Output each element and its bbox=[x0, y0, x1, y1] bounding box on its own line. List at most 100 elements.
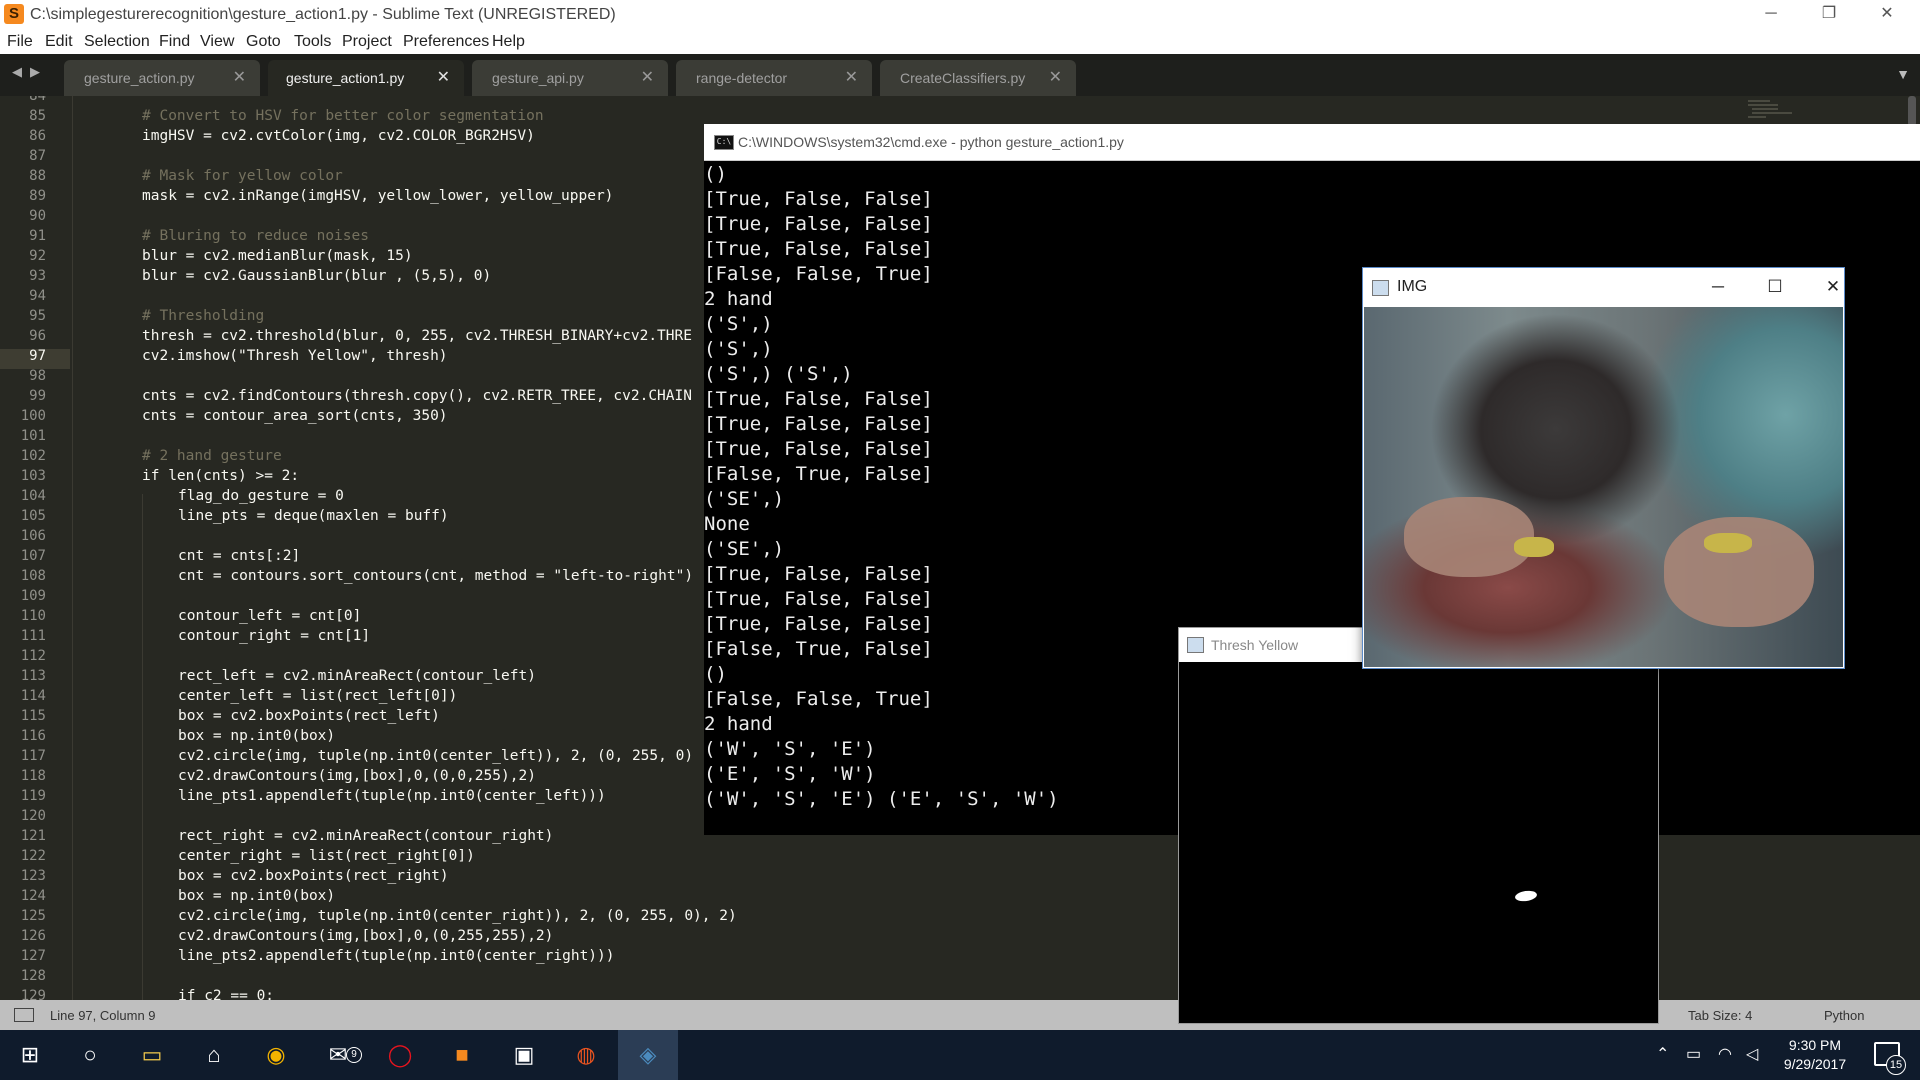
code-line: cv2.drawContours(img,[box],0,(0,0,255),2… bbox=[178, 768, 536, 784]
code-line: blur = cv2.GaussianBlur(blur , (5,5), 0) bbox=[142, 268, 492, 284]
console-line: ('W', 'S', 'E') bbox=[704, 738, 876, 760]
line-number-gutter: 84 85 86 87 88 89 90 91 92 93 94 95 96 97 98 99 100 101 10… bbox=[0, 96, 70, 1000]
line-number: 90 bbox=[29, 208, 46, 224]
tab-label: range-detector bbox=[696, 70, 788, 86]
ubuntu-icon[interactable]: ◍ bbox=[556, 1030, 616, 1080]
wifi-icon[interactable]: ◠ bbox=[1718, 1044, 1732, 1064]
tab-close-icon[interactable]: ✕ bbox=[845, 67, 858, 87]
code-line: thresh = cv2.threshold(blur, 0, 255, cv2… bbox=[142, 328, 692, 344]
indent-guide bbox=[72, 96, 73, 1000]
restore-button[interactable]: ❐ bbox=[1800, 0, 1858, 30]
cmd-icon: C:\ bbox=[714, 135, 734, 150]
python-icon[interactable]: ◈ bbox=[618, 1030, 678, 1080]
sublime-icon[interactable]: ■ bbox=[432, 1030, 492, 1080]
tab-create-classifiers[interactable]: CreateClassifiers.py ✕ bbox=[880, 60, 1076, 96]
code-line: cv2.drawContours(img,[box],0,(0,255,255)… bbox=[178, 928, 554, 944]
menu-selection[interactable]: Selection bbox=[84, 33, 150, 51]
tab-dropdown-icon[interactable]: ▼ bbox=[1896, 66, 1910, 82]
line-number: 116 bbox=[20, 728, 46, 744]
menu-project[interactable]: Project bbox=[342, 33, 392, 51]
menu-view[interactable]: View bbox=[200, 33, 234, 51]
console-line: [False, False, True] bbox=[704, 688, 933, 710]
close-button[interactable]: ✕ bbox=[1813, 272, 1853, 302]
console-line: [True, False, False] bbox=[704, 438, 933, 460]
menu-preferences[interactable]: Preferences bbox=[403, 33, 489, 51]
line-number: 121 bbox=[20, 828, 46, 844]
code-line: cv2.imshow("Thresh Yellow", thresh) bbox=[142, 348, 448, 364]
menu-tools[interactable]: Tools bbox=[294, 33, 331, 51]
code-line: box = cv2.boxPoints(rect_left) bbox=[178, 708, 440, 724]
tab-gesture-api[interactable]: gesture_api.py ✕ bbox=[472, 60, 668, 96]
notification-count: 15 bbox=[1886, 1055, 1906, 1075]
tab-next-icon[interactable]: ▶ bbox=[30, 64, 40, 80]
tab-prev-icon[interactable]: ◀ bbox=[12, 64, 22, 80]
console-line: [False, True, False] bbox=[704, 463, 933, 485]
minimize-button[interactable]: ─ bbox=[1742, 0, 1800, 30]
opera-icon[interactable]: ◯ bbox=[370, 1030, 430, 1080]
menu-file[interactable]: File bbox=[7, 33, 33, 51]
console-line: ('S',) ('S',) bbox=[704, 363, 853, 385]
console-line: [True, False, False] bbox=[704, 588, 933, 610]
img-title-bar[interactable]: IMG ─ ☐ ✕ bbox=[1363, 268, 1844, 306]
code-line: # Convert to HSV for better color segmen… bbox=[142, 108, 544, 124]
code-line: cnts = cv2.findContours(thresh.copy(), c… bbox=[142, 388, 692, 404]
start-icon[interactable]: ⊞ bbox=[0, 1030, 60, 1080]
tab-size[interactable]: Tab Size: 4 bbox=[1688, 1008, 1752, 1023]
menu-help[interactable]: Help bbox=[492, 33, 525, 51]
tab-label: gesture_action.py bbox=[84, 70, 195, 86]
tab-gesture-action1[interactable]: gesture_action1.py ✕ bbox=[268, 60, 464, 96]
line-number: 95 bbox=[29, 308, 46, 324]
file-explorer-icon[interactable]: ▭ bbox=[122, 1030, 182, 1080]
minimize-button[interactable]: ─ bbox=[1698, 272, 1738, 302]
syntax-mode[interactable]: Python bbox=[1824, 1008, 1864, 1023]
tab-close-icon[interactable]: ✕ bbox=[437, 67, 450, 87]
line-number: 89 bbox=[29, 188, 46, 204]
store-icon[interactable]: ⌂ bbox=[184, 1030, 244, 1080]
cortana-icon[interactable]: ○ bbox=[60, 1030, 120, 1080]
cmd-title: C:\WINDOWS\system32\cmd.exe - python ges… bbox=[738, 134, 1124, 150]
close-button[interactable]: ✕ bbox=[1858, 0, 1916, 30]
console-line: 2 hand bbox=[704, 713, 773, 735]
console-line: [True, False, False] bbox=[704, 613, 933, 635]
line-number: 87 bbox=[29, 148, 46, 164]
console-line: () bbox=[704, 163, 727, 185]
line-number: 103 bbox=[20, 468, 46, 484]
tab-range-detector[interactable]: range-detector ✕ bbox=[676, 60, 872, 96]
tab-close-icon[interactable]: ✕ bbox=[233, 67, 246, 87]
battery-icon[interactable]: ▭ bbox=[1686, 1044, 1701, 1064]
console-line: ('S',) bbox=[704, 338, 773, 360]
tab-close-icon[interactable]: ✕ bbox=[1049, 67, 1062, 87]
menu-goto[interactable]: Goto bbox=[246, 33, 281, 51]
line-number: 120 bbox=[20, 808, 46, 824]
thresh-yellow-window[interactable]: Thresh Yellow bbox=[1178, 627, 1659, 1024]
cmd-title-bar[interactable]: C:\ C:\WINDOWS\system32\cmd.exe - python… bbox=[704, 124, 1920, 161]
vertical-scrollbar[interactable] bbox=[1908, 96, 1916, 126]
tab-gesture-action[interactable]: gesture_action.py ✕ bbox=[64, 60, 260, 96]
yellow-marker bbox=[1704, 533, 1752, 553]
code-line: blur = cv2.medianBlur(mask, 15) bbox=[142, 248, 413, 264]
panel-toggle-icon[interactable] bbox=[14, 1008, 34, 1022]
code-line: rect_left = cv2.minAreaRect(contour_left… bbox=[178, 668, 536, 684]
maximize-button[interactable]: ☐ bbox=[1755, 272, 1795, 302]
line-number: 112 bbox=[20, 648, 46, 664]
line-number: 85 bbox=[29, 108, 46, 124]
clock[interactable]: 9:30 PM 9/29/2017 bbox=[1760, 1036, 1870, 1074]
mail-icon[interactable]: ✉ 9 bbox=[308, 1030, 368, 1080]
volume-icon[interactable]: ◁ bbox=[1746, 1044, 1758, 1064]
line-number: 88 bbox=[29, 168, 46, 184]
menu-edit[interactable]: Edit bbox=[45, 33, 73, 51]
tray-chevron-icon[interactable]: ⌃ bbox=[1656, 1044, 1669, 1064]
console-line: ('SE',) bbox=[704, 488, 785, 510]
window-icon bbox=[1372, 280, 1389, 296]
tab-close-icon[interactable]: ✕ bbox=[641, 67, 654, 87]
code-line: box = cv2.boxPoints(rect_right) bbox=[178, 868, 449, 884]
line-number: 111 bbox=[20, 628, 46, 644]
img-window[interactable]: IMG ─ ☐ ✕ bbox=[1362, 267, 1845, 669]
chrome-icon[interactable]: ◉ bbox=[246, 1030, 306, 1080]
cmd-icon[interactable]: ▣ bbox=[494, 1030, 554, 1080]
title-bar: S C:\simplegesturerecognition\gesture_ac… bbox=[0, 0, 1920, 30]
line-number: 124 bbox=[20, 888, 46, 904]
line-number: 104 bbox=[20, 488, 46, 504]
menu-find[interactable]: Find bbox=[159, 33, 190, 51]
line-number: 129 bbox=[20, 988, 46, 1000]
